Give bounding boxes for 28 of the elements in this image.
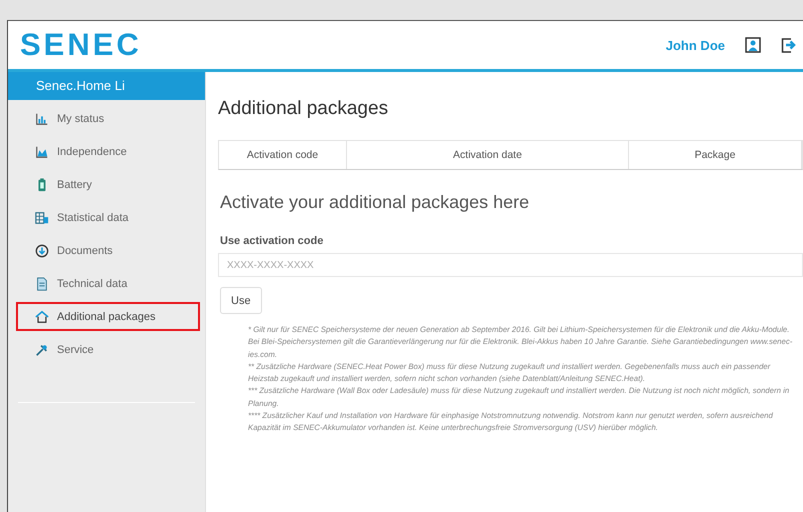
activation-code-field[interactable]: XXXX-XXXX-XXXX [218, 253, 803, 277]
sidebar-item[interactable]: Service [16, 335, 200, 364]
home-icon [35, 310, 49, 324]
sidebar-item[interactable]: My status [16, 104, 200, 133]
field-label: Use activation code [220, 235, 324, 247]
spreadsheet-icon [35, 210, 49, 224]
document-icon [35, 276, 49, 290]
profile-icon[interactable] [745, 37, 761, 53]
column-header: Activation code [219, 141, 347, 169]
sidebar-item[interactable]: Battery [16, 170, 200, 199]
sidebar-item[interactable]: Documents [16, 236, 200, 265]
logo: SENEC [20, 27, 142, 63]
tools-icon [35, 342, 49, 356]
use-button[interactable]: Use [220, 287, 262, 314]
user-link[interactable]: John Doe [666, 38, 725, 52]
sidebar-item[interactable]: Statistical data [16, 203, 200, 232]
column-header: Package [629, 141, 802, 169]
sidebar-item[interactable]: Additional packages [16, 302, 200, 331]
area-chart-icon [35, 144, 49, 158]
sidebar-item[interactable]: Independence [16, 137, 200, 166]
section-heading: Activate your additional packages here [220, 192, 530, 213]
column-header: Activation date [347, 141, 629, 169]
page-title: Additional packages [218, 98, 390, 120]
sidebar-item[interactable]: Technical data [16, 269, 200, 298]
download-icon [35, 244, 49, 258]
system-title-bar: Senec.Home Li [8, 72, 205, 100]
logout-icon[interactable] [781, 37, 797, 53]
bar-chart-icon [35, 112, 49, 126]
